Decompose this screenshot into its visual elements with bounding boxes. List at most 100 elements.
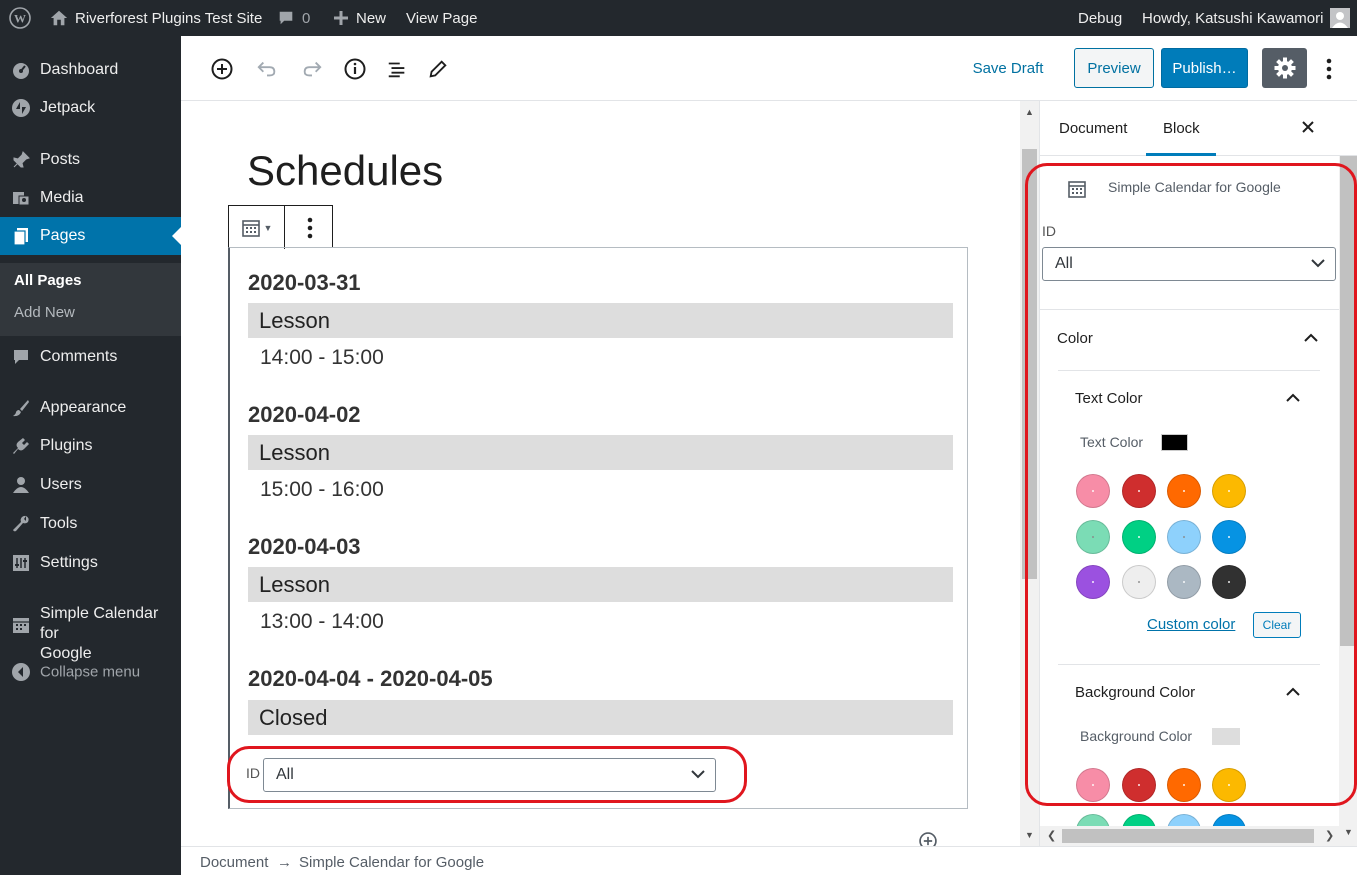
sidebar-scrollbar[interactable] xyxy=(1339,156,1357,826)
hscrollbar-thumb[interactable] xyxy=(1062,829,1314,843)
pages-icon xyxy=(10,225,32,247)
tab-document[interactable]: Document xyxy=(1059,120,1127,137)
scroll-up-arrow-icon[interactable]: ▲ xyxy=(1025,107,1034,117)
debug-link[interactable]: Debug xyxy=(1078,0,1122,36)
more-options-icon[interactable] xyxy=(1316,56,1342,82)
tab-block[interactable]: Block xyxy=(1146,101,1216,156)
color-swatch[interactable] xyxy=(1212,519,1246,554)
wordpress-logo-icon[interactable]: W xyxy=(8,0,32,36)
admin-sidebar: Dashboard Jetpack Posts Media Pages All … xyxy=(0,36,181,875)
sidebar-item-pages[interactable]: Pages xyxy=(0,217,181,255)
sidebar-item-label: Comments xyxy=(40,348,118,365)
sidebar-item-media[interactable]: Media xyxy=(0,179,181,217)
add-block-icon[interactable] xyxy=(209,56,235,82)
color-swatch[interactable] xyxy=(1167,768,1201,802)
event-date: 2020-03-31 xyxy=(248,270,361,295)
sidebar-item-plugins[interactable]: Plugins xyxy=(0,427,181,465)
sidebar-hscrollbar[interactable]: ❮ ❯ xyxy=(1040,826,1339,846)
event-title-bar: Closed xyxy=(248,700,953,735)
site-name-link[interactable]: Riverforest Plugins Test Site xyxy=(50,0,262,36)
redo-icon[interactable] xyxy=(299,56,325,82)
sidebar-item-comments[interactable]: Comments xyxy=(0,338,181,376)
color-swatch[interactable] xyxy=(1167,474,1201,508)
chevron-down-icon xyxy=(1311,255,1325,273)
plugin-icon xyxy=(10,435,32,457)
scroll-down-arrow-icon[interactable]: ▼ xyxy=(1344,827,1353,837)
breadcrumb-document[interactable]: Document xyxy=(200,854,268,871)
settings-sidebar: Document Block Simple Calendar for Googl… xyxy=(1039,101,1357,846)
new-content-link[interactable]: New xyxy=(333,0,386,36)
clear-button[interactable]: Clear xyxy=(1253,612,1301,638)
sidebar-item-label: Appearance xyxy=(40,399,127,416)
sidebar-item-posts[interactable]: Posts xyxy=(0,141,181,179)
comments-icon xyxy=(10,346,32,368)
chevron-up-icon xyxy=(1304,330,1318,348)
sidebar-item-jetpack[interactable]: Jetpack xyxy=(0,89,181,127)
edit-mode-pencil-icon[interactable] xyxy=(425,56,451,82)
color-swatch[interactable] xyxy=(1167,519,1201,554)
sidebar-item-label: Users xyxy=(40,476,82,493)
publish-button[interactable]: Publish… xyxy=(1161,48,1248,88)
settings-toggle-button[interactable] xyxy=(1262,48,1307,88)
save-draft-button[interactable]: Save Draft xyxy=(968,48,1048,88)
id-label: ID xyxy=(246,765,260,781)
color-swatch[interactable] xyxy=(1212,768,1246,802)
custom-color-link[interactable]: Custom color xyxy=(1147,616,1235,633)
bg-color-panel-title: Background Color xyxy=(1075,684,1196,701)
close-icon[interactable] xyxy=(1300,119,1316,140)
color-swatch[interactable] xyxy=(1167,565,1201,599)
scroll-right-arrow-icon[interactable]: ❯ xyxy=(1325,829,1334,842)
color-swatch[interactable] xyxy=(1076,768,1110,802)
block-more-options-icon[interactable] xyxy=(286,206,333,249)
editor-canvas: Schedules ▼ 2020-03-31 Lesson 14:00 - 15… xyxy=(181,101,1020,846)
color-panel-toggle[interactable]: Color xyxy=(1040,316,1340,362)
sidebar-item-appearance[interactable]: Appearance xyxy=(0,389,181,427)
comments-link[interactable]: 0 xyxy=(277,0,310,36)
preview-button[interactable]: Preview xyxy=(1074,48,1154,88)
sidebar-item-dashboard[interactable]: Dashboard xyxy=(0,51,181,89)
undo-icon[interactable] xyxy=(254,56,280,82)
text-color-panel-toggle[interactable]: Text Color xyxy=(1058,378,1320,418)
color-swatch[interactable] xyxy=(1076,565,1110,599)
submenu-item-add-new[interactable]: Add New xyxy=(14,304,75,321)
color-swatch[interactable] xyxy=(1212,565,1246,599)
color-swatch[interactable] xyxy=(1076,474,1110,508)
color-swatch[interactable] xyxy=(1122,565,1156,599)
sidebar-scrollbar-thumb[interactable] xyxy=(1340,156,1357,646)
color-swatch[interactable] xyxy=(1076,519,1110,554)
bg-color-panel-toggle[interactable]: Background Color xyxy=(1058,672,1320,712)
color-swatch[interactable] xyxy=(1212,474,1246,508)
scroll-left-arrow-icon[interactable]: ❮ xyxy=(1047,829,1056,842)
site-name: Riverforest Plugins Test Site xyxy=(75,9,263,27)
collapse-icon xyxy=(10,661,32,683)
scrollbar-thumb[interactable] xyxy=(1022,149,1037,579)
panel-id-select[interactable]: All xyxy=(1042,247,1336,281)
color-swatch[interactable] xyxy=(1122,519,1156,554)
breadcrumb-arrow: → xyxy=(277,854,292,871)
submenu-item-all-pages[interactable]: All Pages xyxy=(14,272,82,289)
dashboard-icon xyxy=(10,59,32,81)
post-title[interactable]: Schedules xyxy=(247,147,443,195)
scroll-down-arrow-icon[interactable]: ▼ xyxy=(1025,830,1034,840)
sidebar-item-users[interactable]: Users xyxy=(0,466,181,504)
sidebar-item-settings[interactable]: Settings xyxy=(0,544,181,582)
info-icon[interactable] xyxy=(342,56,368,82)
block-type-switcher[interactable]: ▼ xyxy=(229,206,285,249)
my-account-link[interactable]: Howdy, Katsushi Kawamori xyxy=(1142,0,1351,36)
add-block-appender-icon[interactable] xyxy=(918,831,938,846)
simple-calendar-block[interactable]: 2020-03-31 Lesson 14:00 - 15:00 2020-04-… xyxy=(228,247,968,809)
event-date: 2020-04-03 xyxy=(248,534,361,559)
collapse-menu-button[interactable]: Collapse menu xyxy=(0,653,181,691)
color-swatch[interactable] xyxy=(1122,474,1156,508)
id-select[interactable]: All xyxy=(263,758,716,792)
sidebar-item-tools[interactable]: Tools xyxy=(0,505,181,543)
color-swatch[interactable] xyxy=(1122,768,1156,802)
block-navigation-icon[interactable] xyxy=(384,56,410,82)
sidebar-item-label: Posts xyxy=(40,151,81,168)
media-icon xyxy=(10,187,32,209)
canvas-scrollbar[interactable]: ▲ ▼ xyxy=(1020,101,1039,846)
breadcrumb-block[interactable]: Simple Calendar for Google xyxy=(299,854,484,871)
sidebar-item-simple-calendar[interactable]: Simple Calendar for Google xyxy=(0,602,181,662)
sidebar-item-label: Collapse menu xyxy=(40,663,141,681)
view-page-link[interactable]: View Page xyxy=(406,0,477,36)
